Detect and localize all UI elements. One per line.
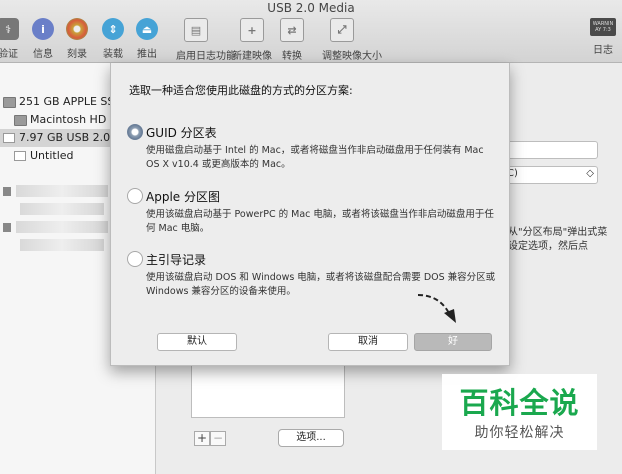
convert-icon: ⇄ [280,18,304,42]
eject-button[interactable]: ⏏ 推出 [127,18,167,60]
options-button[interactable]: 选项... [278,429,344,447]
redacted-item [20,203,104,215]
format-popup[interactable]: C) ◇ [502,166,598,184]
disk-icon [3,187,11,196]
default-button[interactable]: 默认 [157,333,237,351]
resize-image-icon: ⤢ [330,18,354,42]
eject-icon: ⏏ [136,18,158,40]
new-image-icon: + [240,18,264,42]
volume-icon [14,114,27,126]
burn-button[interactable]: 刻录 [57,18,97,60]
journal-icon: ▤ [184,18,208,42]
radio-master-boot-record[interactable] [127,251,143,267]
redacted-item [16,221,108,233]
window-title: USB 2.0 Media [267,1,355,15]
resize-image-button[interactable]: ⤢ 调整映像大小 [322,18,382,62]
burn-icon [66,18,88,40]
log-button[interactable]: WARNIN AY 7:3 日志 [588,18,618,56]
convert-button[interactable]: ⇄ 转换 [272,18,312,62]
info-icon: i [32,18,54,40]
radio-apple-partition-map[interactable] [127,188,143,204]
partition-scheme-dialog: 选取一种适合您使用此磁盘的方式的分区方案: GUID 分区表 使用磁盘启动基于 … [110,63,510,366]
option-description: 使用磁盘启动基于 Intel 的 Mac，或者将磁盘当作非启动磁盘用于任何装有 … [146,145,484,170]
usb-disk-icon [3,133,15,143]
volume-icon [14,151,26,161]
hint-text: 设定选项，然后点 [508,241,588,252]
cancel-button[interactable]: 取消 [328,333,408,351]
option-label: GUID 分区表 [146,126,217,140]
mount-icon: ⇕ [102,18,124,40]
option-label: 主引导记录 [146,253,207,267]
watermark-brand: 百科全说 [459,386,580,420]
disk-icon [3,223,11,232]
log-icon: WARNIN AY 7:3 [590,18,616,36]
toolbar: USB 2.0 Media ⚕ 验证 i 信息 刻录 ⇕ 装载 ⏏ 推出 ▤ 启… [0,0,622,63]
radio-guid[interactable] [127,124,143,140]
watermark-tagline: 助你轻松解决 [474,425,565,441]
redacted-item [20,239,104,251]
hard-disk-icon [3,96,16,108]
new-image-button[interactable]: + 新建映像 [232,18,272,62]
arrow-annotation-icon [417,294,456,323]
option-label: Apple 分区图 [146,190,220,204]
name-field[interactable] [502,141,598,159]
dialog-title: 选取一种适合您使用此磁盘的方式的分区方案: [129,84,353,97]
add-partition-button[interactable]: + [194,431,210,446]
stethoscope-icon: ⚕ [0,18,19,40]
ok-button[interactable]: 好 [414,333,492,351]
option-description: 使用该磁盘启动基于 PowerPC 的 Mac 电脑，或者将该磁盘当作非启动磁盘… [146,209,494,234]
chevron-updown-icon: ◇ [586,168,594,179]
watermark: 百科全说 助你轻松解决 [442,374,597,450]
redacted-item [16,185,108,197]
enable-journaling-button[interactable]: ▤ 启用日志功能 [176,18,236,62]
remove-partition-button[interactable]: − [210,431,226,446]
hint-text: 从"分区布局"弹出式菜 [508,227,608,238]
